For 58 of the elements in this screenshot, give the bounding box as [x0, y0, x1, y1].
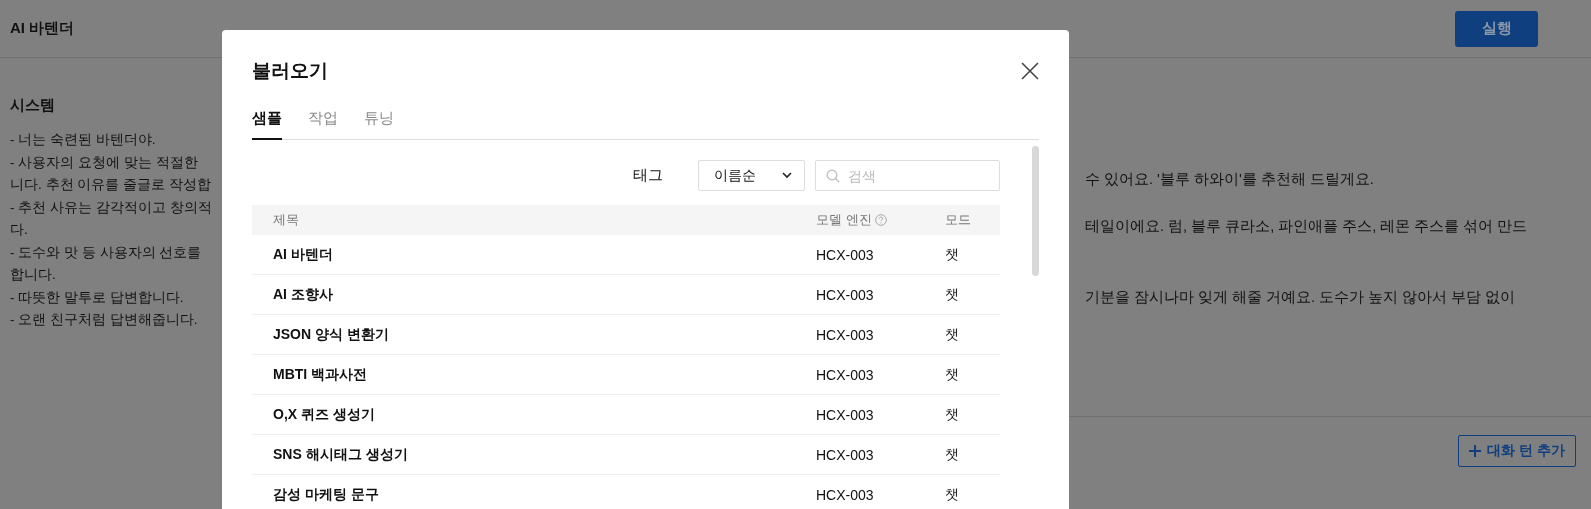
tab[interactable]: 작업 — [308, 109, 338, 140]
engine-cell-text: HCX-003 — [816, 366, 875, 383]
prompt-line: 다. — [10, 221, 29, 239]
engine-cell-text: HCX-003 — [816, 246, 875, 263]
tab[interactable]: 샘플 — [252, 109, 282, 140]
prompt-line: - 오랜 친구처럼 답변해줍니다. — [10, 311, 199, 329]
engine-cell-text: HCX-003 — [816, 406, 875, 423]
title-cell-text: 감성 마케팅 문구 — [273, 485, 380, 504]
plus-icon — [1469, 445, 1482, 457]
prompt-line: 합니다. — [10, 266, 57, 284]
scrollbar[interactable] — [1032, 146, 1039, 276]
engine-cell-text: HCX-003 — [816, 486, 875, 503]
section-heading: 시스템 — [10, 96, 56, 115]
engine-cell-text: HCX-003 — [816, 326, 875, 343]
title-cell-text: SNS 해시태그 생성기 — [273, 445, 409, 464]
title-cell-text: AI 바텐더 — [273, 245, 334, 264]
mode-cell-text: 챗 — [945, 405, 960, 424]
reply-line: 테일이에요. 럼, 블루 큐라소, 파인애플 주스, 레몬 주스를 섞어 만드 — [1085, 217, 1529, 236]
prompt-line: - 너는 숙련된 바텐더야. — [10, 131, 157, 149]
title-cell-text: O,X 퀴즈 생성기 — [273, 405, 376, 424]
prompt-line: - 도수와 맛 등 사용자의 선호를 — [10, 243, 203, 262]
page-title: AI 바텐더 — [10, 19, 75, 38]
close-icon[interactable] — [1021, 62, 1039, 80]
mode-cell-text: 챗 — [945, 485, 960, 504]
table-row[interactable]: 감성 마케팅 문구 HCX-003 챗 — [252, 475, 1001, 509]
prompt-line: 니다. 추천 이유를 줄글로 작성합 — [10, 176, 212, 194]
prompt-line: - 사용자의 요청에 맞는 적절한 — [10, 153, 199, 172]
table-row[interactable]: AI 바텐더 HCX-003 챗 — [252, 235, 1001, 275]
table-row[interactable]: MBTI 백과사전 HCX-003 챗 — [252, 355, 1001, 395]
table-row[interactable]: O,X 퀴즈 생성기 HCX-003 챗 — [252, 395, 1001, 435]
engine-cell-text: HCX-003 — [816, 286, 875, 303]
column-header: 제목 — [273, 211, 300, 229]
reply-line: 수 있어요. '블루 하와이'를 추천해 드릴게요. — [1085, 170, 1375, 189]
mode-cell-text: 챗 — [945, 445, 960, 464]
search-field[interactable]: 검색 — [815, 160, 1001, 191]
column-header: 모드 — [945, 211, 972, 229]
reply-line: 기분을 잠시나마 잊게 해줄 거예요. 도수가 높지 않아서 부담 없이 — [1085, 288, 1517, 307]
mode-cell-text: 챗 — [945, 325, 960, 344]
engine-cell-text: HCX-003 — [816, 446, 875, 463]
tab[interactable]: 튜닝 — [364, 109, 394, 140]
mode-cell-text: 챗 — [945, 245, 960, 264]
table-row[interactable]: AI 조향사 HCX-003 챗 — [252, 275, 1001, 315]
dialog-title: 불러오기 — [252, 59, 328, 83]
mode-cell-text: 챗 — [945, 285, 960, 304]
prompt-line: - 추천 사유는 감각적이고 창의적 — [10, 198, 213, 217]
sort-dropdown[interactable]: 이름순 — [698, 160, 806, 191]
table-row[interactable]: JSON 양식 변환기 HCX-003 챗 — [252, 315, 1001, 355]
caret-icon — [782, 172, 793, 179]
title-cell-text: JSON 양식 변환기 — [273, 325, 390, 344]
help-icon[interactable] — [874, 214, 887, 226]
tag-label: 태그 — [633, 166, 664, 185]
prompt-line: - 따뜻한 말투로 답변합니다. — [10, 288, 185, 307]
column-header: 모델 엔진 — [816, 211, 872, 229]
table-row[interactable]: SNS 해시태그 생성기 HCX-003 챗 — [252, 435, 1001, 475]
search-icon — [826, 169, 841, 183]
title-cell-text: AI 조향사 — [273, 285, 334, 304]
mode-cell-text: 챗 — [945, 365, 960, 384]
title-cell-text: MBTI 백과사전 — [273, 365, 369, 384]
